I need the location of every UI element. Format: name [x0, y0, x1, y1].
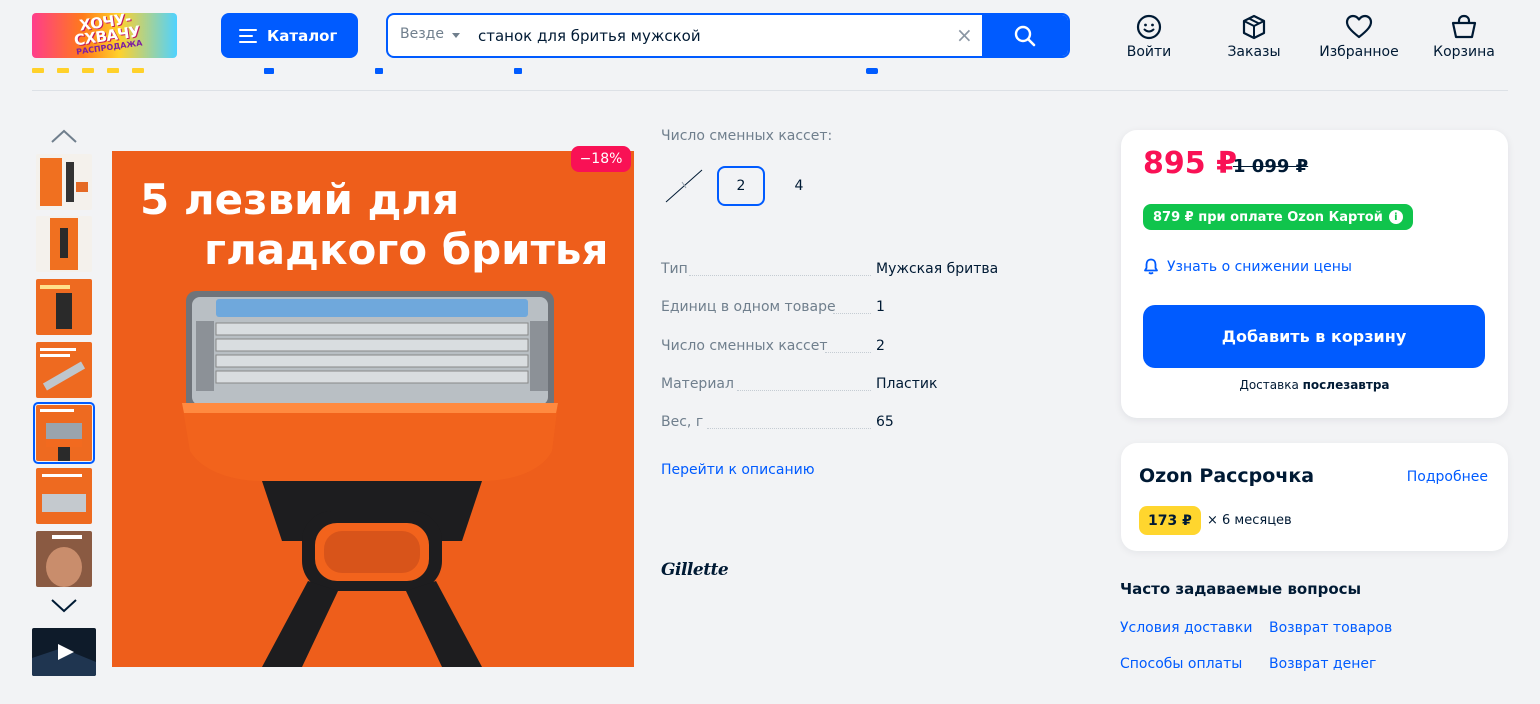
menu-icon: [239, 28, 257, 43]
spec-dots: [689, 275, 871, 276]
search-input[interactable]: [478, 24, 948, 48]
installment-more-link[interactable]: Подробнее: [1407, 469, 1488, 485]
spec-key: Число сменных кассет: [661, 338, 828, 354]
cart-icon: [1451, 14, 1477, 39]
thumbnail-5-active[interactable]: [33, 402, 95, 464]
variant-option-2[interactable]: 2: [717, 166, 765, 206]
thumbnail-2[interactable]: [36, 216, 92, 272]
spec-value: Пластик: [876, 376, 938, 392]
nav-login[interactable]: Войти: [1104, 14, 1194, 60]
spec-key: Материал: [661, 376, 734, 392]
variant-option-unavailable[interactable]: [660, 166, 708, 206]
delivery-info: Доставка послезавтра: [1121, 378, 1508, 392]
clear-icon[interactable]: ×: [956, 23, 973, 47]
spec-row: Материал Пластик: [661, 376, 1101, 396]
bell-icon: [1144, 258, 1158, 275]
thumbnail-3[interactable]: [36, 279, 92, 335]
catalog-button[interactable]: Каталог: [221, 13, 358, 58]
search-button[interactable]: [982, 15, 1068, 56]
spec-dots: [833, 313, 871, 314]
faq-link-refund[interactable]: Возврат денег: [1269, 656, 1376, 672]
nav-orders[interactable]: Заказы: [1209, 14, 1299, 60]
search-bar: Везде ×: [386, 13, 1070, 58]
heart-icon: [1345, 14, 1373, 39]
current-price: 895 ₽: [1143, 146, 1237, 181]
faq-link-delivery[interactable]: Условия доставки: [1120, 620, 1252, 636]
header-divider: [32, 90, 1508, 91]
variant-option-4[interactable]: 4: [775, 166, 823, 206]
spec-dots: [737, 390, 871, 391]
search-scope-select[interactable]: Везде: [400, 26, 444, 42]
spec-key: Вес, г: [661, 414, 704, 430]
variant-title: Число сменных кассет:: [661, 128, 833, 144]
faq-title: Часто задаваемые вопросы: [1120, 580, 1362, 598]
delivery-date: послезавтра: [1302, 378, 1390, 392]
price-drop-notify-label: Узнать о снижении цены: [1167, 258, 1352, 275]
spec-row: Тип Мужская бритва: [661, 261, 1101, 281]
partial-info-strip: [32, 58, 1508, 76]
price-drop-notify-link[interactable]: Узнать о снижении цены: [1143, 258, 1352, 275]
thumbs-down-arrow-icon[interactable]: [50, 598, 78, 614]
spec-value: Мужская бритва: [876, 261, 999, 277]
installment-title: Ozon Рассрочка: [1139, 465, 1315, 487]
spec-dots: [707, 428, 871, 429]
box-icon: [1242, 14, 1266, 40]
nav-cart[interactable]: Корзина: [1419, 14, 1509, 60]
brand-logo[interactable]: Gillette: [661, 560, 729, 580]
spec-value: 1: [876, 299, 885, 315]
installment-amount: 173 ₽: [1139, 506, 1201, 535]
nav-favorites[interactable]: Избранное: [1314, 14, 1404, 60]
catalog-label: Каталог: [267, 26, 338, 45]
thumbnail-7[interactable]: [36, 531, 92, 587]
spec-row: Единиц в одном товаре 1: [661, 299, 1101, 319]
info-icon[interactable]: i: [1388, 210, 1403, 224]
spec-value: 2: [876, 338, 885, 354]
discount-badge: −18%: [571, 146, 631, 172]
thumbs-up-arrow-icon[interactable]: [50, 128, 78, 144]
spec-key: Единиц в одном товаре: [661, 299, 836, 315]
search-icon: [1014, 25, 1036, 46]
razor-illustration: [182, 291, 558, 667]
spec-dots: [825, 352, 871, 353]
add-to-cart-button[interactable]: Добавить в корзину: [1143, 305, 1485, 368]
user-icon: [1136, 14, 1162, 40]
rating-stars-icon: [32, 68, 878, 74]
goto-description-link[interactable]: Перейти к описанию: [661, 462, 814, 478]
spec-key: Тип: [661, 261, 688, 277]
unavailable-strike-icon: [665, 169, 703, 203]
sale-logo[interactable]: ХОЧУ- СХВАЧУ РАСПРОДАЖА: [32, 13, 177, 58]
installment-card: Ozon Рассрочка Подробнее 173 ₽ × 6 месяц…: [1121, 443, 1508, 551]
old-price: 1 099 ₽: [1233, 156, 1309, 177]
delivery-prefix: Доставка: [1239, 378, 1299, 392]
buy-card: 895 ₽ 1 099 ₽ 879 ₽ при оплате Ozon Карт…: [1121, 130, 1508, 418]
product-main-image[interactable]: 5 лезвий для гладкого бритья: [112, 151, 634, 667]
thumbnail-4[interactable]: [36, 342, 92, 398]
spec-row: Число сменных кассет 2: [661, 338, 1101, 358]
spec-row: Вес, г 65: [661, 414, 1101, 434]
installment-months: × 6 месяцев: [1207, 513, 1292, 528]
spec-value: 65: [876, 414, 894, 430]
faq-link-payment[interactable]: Способы оплаты: [1120, 656, 1242, 672]
thumbnail-1[interactable]: [36, 154, 92, 210]
thumbnail-6[interactable]: [36, 468, 92, 524]
ozon-card-price-text: 879 ₽ при оплате Ozon Картой: [1153, 209, 1383, 225]
chevron-down-icon: [452, 33, 460, 38]
ozon-card-price-badge[interactable]: 879 ₽ при оплате Ozon Картой i: [1143, 204, 1413, 230]
video-thumbnail[interactable]: [32, 628, 96, 676]
faq-link-returns[interactable]: Возврат товаров: [1269, 620, 1392, 636]
